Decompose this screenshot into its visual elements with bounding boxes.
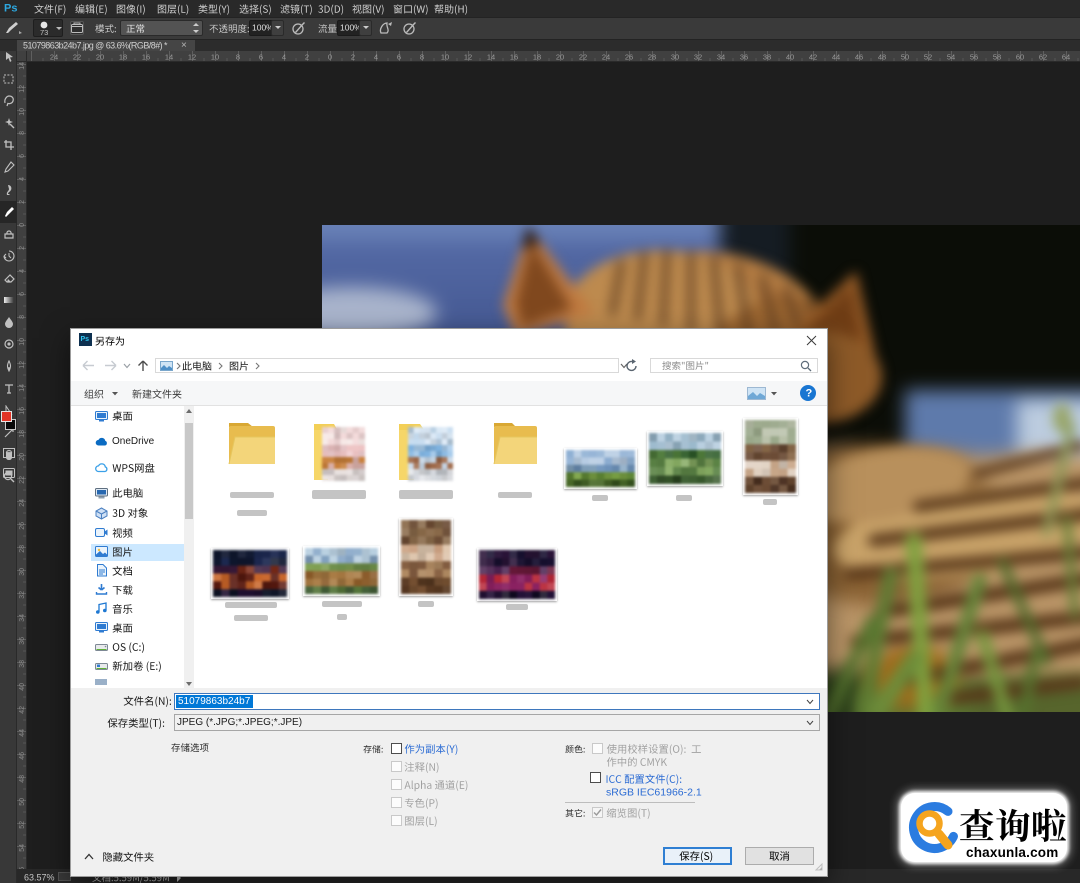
svg-text:34: 34: [19, 614, 26, 622]
svg-text:14: 14: [165, 53, 173, 62]
svg-text:58: 58: [993, 53, 1001, 62]
svg-text:46: 46: [855, 53, 863, 62]
svg-text:46: 46: [19, 752, 26, 760]
svg-text:16: 16: [142, 53, 150, 62]
svg-text:26: 26: [19, 522, 26, 530]
svg-text:16: 16: [510, 53, 518, 62]
svg-text:50: 50: [901, 53, 909, 62]
svg-text:64: 64: [1062, 53, 1070, 62]
svg-text:10: 10: [19, 108, 26, 116]
svg-text:28: 28: [648, 53, 656, 62]
svg-text:8: 8: [19, 315, 26, 319]
svg-text:36: 36: [19, 637, 26, 645]
svg-text:8: 8: [420, 53, 424, 62]
svg-text:52: 52: [19, 821, 26, 829]
svg-text:60: 60: [1016, 53, 1024, 62]
svg-text:2: 2: [351, 53, 355, 62]
svg-text:24: 24: [602, 53, 610, 62]
svg-text:12: 12: [19, 85, 26, 93]
svg-text:42: 42: [809, 53, 817, 62]
svg-text:0: 0: [19, 223, 26, 227]
svg-text:6: 6: [19, 154, 26, 158]
svg-text:42: 42: [19, 706, 26, 714]
svg-text:28: 28: [19, 545, 26, 553]
svg-text:18: 18: [533, 53, 541, 62]
svg-text:8: 8: [236, 53, 240, 62]
svg-text:54: 54: [947, 53, 955, 62]
svg-text:40: 40: [19, 683, 26, 691]
svg-text:2: 2: [19, 200, 26, 204]
svg-text:22: 22: [73, 53, 81, 62]
svg-text:4: 4: [19, 177, 26, 181]
svg-text:4: 4: [19, 269, 26, 273]
svg-text:18: 18: [19, 430, 26, 438]
svg-text:54: 54: [19, 844, 26, 852]
svg-text:12: 12: [19, 361, 26, 369]
svg-text:24: 24: [50, 53, 58, 62]
svg-text:32: 32: [694, 53, 702, 62]
svg-text:30: 30: [19, 568, 26, 576]
svg-text:52: 52: [924, 53, 932, 62]
svg-text:24: 24: [19, 499, 26, 507]
svg-text:0: 0: [328, 53, 332, 62]
svg-text:20: 20: [96, 53, 104, 62]
svg-text:10: 10: [211, 53, 219, 62]
svg-text:14: 14: [19, 384, 26, 392]
svg-text:20: 20: [19, 453, 26, 461]
svg-text:6: 6: [397, 53, 401, 62]
svg-text:22: 22: [19, 476, 26, 484]
svg-text:4: 4: [282, 53, 286, 62]
svg-text:48: 48: [19, 775, 26, 783]
svg-text:26: 26: [625, 53, 633, 62]
svg-text:12: 12: [464, 53, 472, 62]
svg-text:20: 20: [556, 53, 564, 62]
svg-text:6: 6: [259, 53, 263, 62]
svg-text:40: 40: [786, 53, 794, 62]
svg-text:62: 62: [1039, 53, 1047, 62]
svg-text:48: 48: [878, 53, 886, 62]
svg-text:10: 10: [441, 53, 449, 62]
svg-text:18: 18: [119, 53, 127, 62]
svg-text:36: 36: [740, 53, 748, 62]
svg-text:44: 44: [19, 729, 26, 737]
svg-text:10: 10: [19, 338, 26, 346]
svg-text:50: 50: [19, 798, 26, 806]
svg-text:32: 32: [19, 591, 26, 599]
svg-text:38: 38: [19, 660, 26, 668]
svg-text:38: 38: [763, 53, 771, 62]
svg-text:34: 34: [717, 53, 725, 62]
svg-text:44: 44: [832, 53, 840, 62]
svg-text:8: 8: [19, 131, 26, 135]
svg-text:22: 22: [579, 53, 587, 62]
svg-text:14: 14: [19, 62, 26, 70]
svg-text:2: 2: [19, 246, 26, 250]
svg-text:2: 2: [305, 53, 309, 62]
svg-text:12: 12: [188, 53, 196, 62]
svg-text:16: 16: [19, 407, 26, 415]
svg-text:6: 6: [19, 292, 26, 296]
svg-text:56: 56: [970, 53, 978, 62]
svg-text:4: 4: [374, 53, 378, 62]
svg-text:30: 30: [671, 53, 679, 62]
svg-text:14: 14: [487, 53, 495, 62]
